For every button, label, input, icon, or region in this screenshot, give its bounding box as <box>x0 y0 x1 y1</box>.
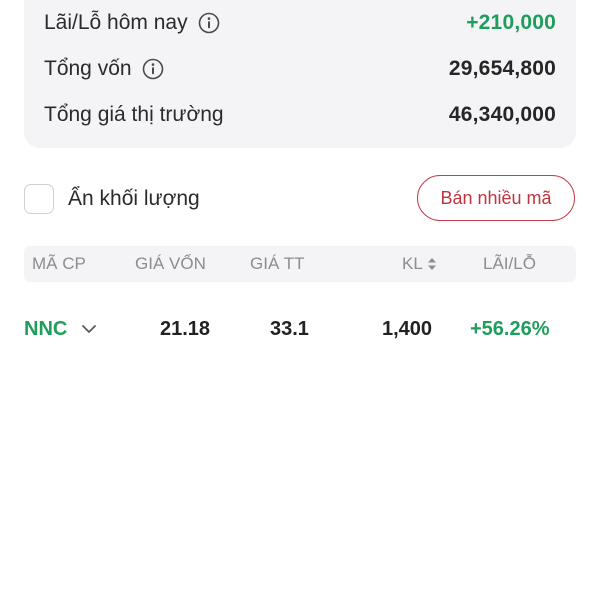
portfolio-summary-card: Lãi/Lỗ hôm nay +210,000 Tổng vốn 29,654,… <box>24 0 576 148</box>
hide-volume-label: Ẩn khối lượng <box>68 187 200 210</box>
pnl-today-label: Lãi/Lỗ hôm nay <box>44 11 188 34</box>
hide-volume-checkbox[interactable] <box>24 184 54 214</box>
ticker-symbol: NNC <box>24 317 68 340</box>
pnl-today-value: +210,000 <box>466 11 556 34</box>
market-value-value: 46,340,000 <box>448 103 556 126</box>
total-capital-label: Tổng vốn <box>44 57 132 80</box>
info-icon[interactable] <box>198 12 220 34</box>
sell-many-button[interactable]: Bán nhiều mã <box>417 175 575 221</box>
header-volume: KL <box>402 254 423 273</box>
market-price-cell: 33.1 <box>270 317 309 340</box>
header-volume-sort[interactable]: KL <box>402 246 437 282</box>
market-value-label: Tổng giá thị trường <box>44 103 224 126</box>
total-capital-row: Tổng vốn 29,654,800 <box>44 54 556 84</box>
header-pnl: LÃI/LỖ <box>483 254 536 273</box>
ticker-cell[interactable]: NNC <box>24 308 97 350</box>
hide-volume-toggle[interactable]: Ẩn khối lượng <box>24 182 200 216</box>
header-cost-price: GIÁ VỐN <box>135 254 206 273</box>
cost-price-cell: 21.18 <box>160 317 211 340</box>
header-market-price: GIÁ TT <box>250 254 305 273</box>
total-capital-value: 29,654,800 <box>448 57 556 80</box>
holdings-table-header: MÃ CP GIÁ VỐN GIÁ TT KL LÃI/LỖ <box>24 246 576 282</box>
pnl-percent-cell: +56.26% <box>470 317 550 340</box>
market-value-row: Tổng giá thị trường 46,340,000 <box>44 100 556 130</box>
sort-updown-icon <box>427 257 437 271</box>
header-ticker: MÃ CP <box>32 254 86 273</box>
total-capital-label-wrap: Tổng vốn <box>44 57 164 81</box>
pnl-today-label-wrap: Lãi/Lỗ hôm nay <box>44 11 220 35</box>
pnl-today-row: Lãi/Lỗ hôm nay +210,000 <box>44 8 556 38</box>
chevron-down-icon[interactable] <box>81 324 97 334</box>
table-row[interactable]: NNC 21.18 33.1 1,400 +56.26% <box>24 308 576 350</box>
volume-cell: 1,400 <box>382 317 433 340</box>
info-icon[interactable] <box>142 58 164 80</box>
market-value-label-wrap: Tổng giá thị trường <box>44 103 224 127</box>
